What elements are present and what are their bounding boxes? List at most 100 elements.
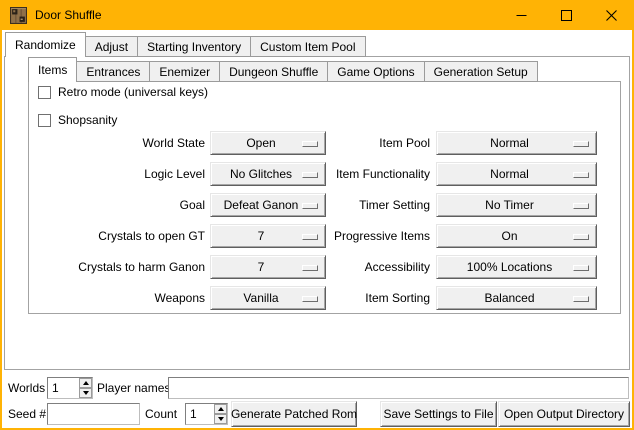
menu-indicator-icon bbox=[573, 203, 589, 209]
tab-label: Enemizer bbox=[159, 65, 210, 79]
dropdown-timer-setting[interactable]: No Timer bbox=[436, 193, 597, 217]
count-spin-buttons bbox=[214, 404, 227, 424]
menu-indicator-icon bbox=[573, 265, 589, 271]
dropdown-value: Vanilla bbox=[243, 291, 292, 305]
crystals-harm-ganon-label: Crystals to harm Ganon bbox=[33, 255, 205, 279]
generate-rom-button-label: Generate Patched Rom bbox=[231, 407, 357, 421]
worlds-spin-buttons bbox=[79, 378, 92, 398]
down-arrow-icon bbox=[83, 391, 89, 395]
titlebar: Door Shuffle bbox=[0, 0, 634, 30]
shopsanity-checkbox[interactable] bbox=[38, 114, 51, 127]
sub-tab-bar: Items Entrances Enemizer Dungeon Shuffle… bbox=[28, 57, 537, 82]
retro-mode-label: Retro mode (universal keys) bbox=[58, 85, 208, 99]
count-label: Count bbox=[145, 403, 177, 425]
up-arrow-icon bbox=[83, 381, 89, 385]
minimize-icon bbox=[516, 10, 527, 21]
door-icon bbox=[10, 7, 27, 24]
timer-setting-label: Timer Setting bbox=[300, 193, 430, 217]
open-output-button-label: Open Output Directory bbox=[504, 407, 624, 421]
dropdown-progressive-items[interactable]: On bbox=[436, 224, 597, 248]
menu-indicator-icon bbox=[573, 172, 589, 178]
worlds-input[interactable] bbox=[48, 378, 79, 398]
logic-level-label: Logic Level bbox=[33, 162, 205, 186]
weapons-label: Weapons bbox=[33, 286, 205, 310]
tab-label: Starting Inventory bbox=[147, 40, 241, 54]
tab-label: Generation Setup bbox=[434, 65, 528, 79]
tab-label: Adjust bbox=[95, 40, 128, 54]
window-title: Door Shuffle bbox=[35, 8, 102, 22]
item-pool-label: Item Pool bbox=[300, 131, 430, 155]
dropdown-item-sorting[interactable]: Balanced bbox=[436, 286, 597, 310]
tab-label: Custom Item Pool bbox=[260, 40, 355, 54]
player-names-input[interactable] bbox=[169, 378, 628, 398]
menu-indicator-icon bbox=[573, 234, 589, 240]
down-arrow-icon bbox=[218, 417, 224, 421]
dropdown-value: 100% Locations bbox=[467, 260, 566, 274]
close-icon bbox=[606, 10, 617, 21]
tab-label: Entrances bbox=[86, 65, 140, 79]
count-spin-down-button[interactable] bbox=[214, 414, 227, 424]
tab-label: Dungeon Shuffle bbox=[229, 65, 318, 79]
item-sorting-label: Item Sorting bbox=[300, 286, 430, 310]
minimize-button[interactable] bbox=[499, 0, 544, 30]
tab-randomize[interactable]: Randomize bbox=[5, 32, 86, 57]
shopsanity-checkbox-row: Shopsanity bbox=[38, 112, 117, 128]
dropdown-value: Normal bbox=[490, 136, 543, 150]
tab-label: Game Options bbox=[337, 65, 414, 79]
dropdown-value: 7 bbox=[258, 260, 279, 274]
count-input[interactable] bbox=[186, 404, 214, 424]
subtab-dungeon-shuffle[interactable]: Dungeon Shuffle bbox=[219, 61, 328, 82]
world-state-label: World State bbox=[33, 131, 205, 155]
save-settings-button-label: Save Settings to File bbox=[383, 407, 493, 421]
dropdown-value: Balanced bbox=[484, 291, 548, 305]
open-output-button[interactable]: Open Output Directory bbox=[498, 401, 630, 427]
maximize-button[interactable] bbox=[544, 0, 589, 30]
subtab-entrances[interactable]: Entrances bbox=[76, 61, 150, 82]
worlds-spinbox[interactable] bbox=[47, 377, 93, 399]
door-shuffle-window: Door Shuffle Randomize Adjust Starting I… bbox=[0, 0, 634, 430]
main-tab-bar: Randomize Adjust Starting Inventory Cust… bbox=[5, 32, 365, 57]
retro-mode-checkbox[interactable] bbox=[38, 86, 51, 99]
dropdown-item-functionality[interactable]: Normal bbox=[436, 162, 597, 186]
tab-label: Items bbox=[38, 63, 67, 77]
dropdown-accessibility[interactable]: 100% Locations bbox=[436, 255, 597, 279]
item-functionality-label: Item Functionality bbox=[300, 162, 430, 186]
accessibility-label: Accessibility bbox=[300, 255, 430, 279]
shopsanity-label: Shopsanity bbox=[58, 113, 117, 127]
dropdown-value: No Glitches bbox=[230, 167, 306, 181]
dropdown-value: On bbox=[501, 229, 531, 243]
count-spin-up-button[interactable] bbox=[214, 404, 227, 414]
seed-input[interactable] bbox=[48, 404, 139, 424]
worlds-spin-up-button[interactable] bbox=[79, 378, 92, 388]
subtab-enemizer[interactable]: Enemizer bbox=[149, 61, 220, 82]
count-spinbox[interactable] bbox=[185, 403, 228, 425]
worlds-spin-down-button[interactable] bbox=[79, 388, 92, 398]
player-names-field bbox=[168, 377, 629, 399]
dropdown-value: Open bbox=[246, 136, 289, 150]
close-button[interactable] bbox=[589, 0, 634, 30]
progressive-items-label: Progressive Items bbox=[300, 224, 430, 248]
generate-rom-button[interactable]: Generate Patched Rom bbox=[231, 401, 357, 427]
save-settings-button[interactable]: Save Settings to File bbox=[380, 401, 497, 427]
player-names-label: Player names bbox=[97, 377, 170, 399]
up-arrow-icon bbox=[218, 407, 224, 411]
crystals-open-gt-label: Crystals to open GT bbox=[33, 224, 205, 248]
tab-label: Randomize bbox=[15, 38, 76, 52]
subtab-items[interactable]: Items bbox=[28, 57, 77, 82]
dropdown-value: 7 bbox=[258, 229, 279, 243]
tab-starting-inventory[interactable]: Starting Inventory bbox=[137, 36, 251, 57]
dropdown-item-pool[interactable]: Normal bbox=[436, 131, 597, 155]
maximize-icon bbox=[561, 10, 572, 21]
goal-label: Goal bbox=[33, 193, 205, 217]
menu-indicator-icon bbox=[573, 296, 589, 302]
retro-mode-checkbox-row: Retro mode (universal keys) bbox=[38, 84, 208, 100]
tab-custom-item-pool[interactable]: Custom Item Pool bbox=[250, 36, 365, 57]
tab-adjust[interactable]: Adjust bbox=[85, 36, 138, 57]
seed-field bbox=[47, 403, 140, 425]
subtab-generation-setup[interactable]: Generation Setup bbox=[424, 61, 538, 82]
subtab-game-options[interactable]: Game Options bbox=[327, 61, 424, 82]
seed-label: Seed # bbox=[8, 403, 46, 425]
worlds-label: Worlds bbox=[8, 377, 45, 399]
dropdown-value: Normal bbox=[490, 167, 543, 181]
window-controls bbox=[499, 0, 634, 30]
